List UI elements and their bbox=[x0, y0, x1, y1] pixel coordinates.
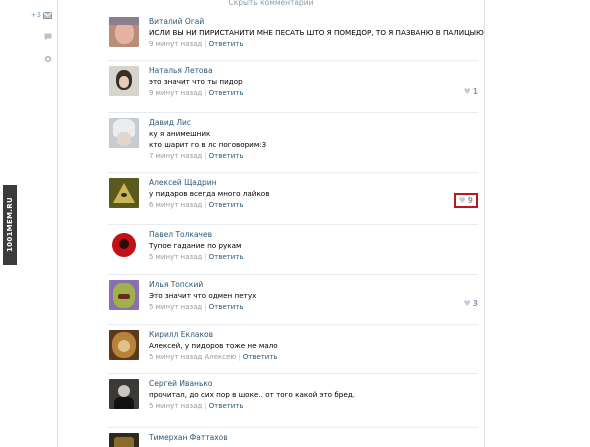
comment-time[interactable]: 5 минут назад bbox=[149, 303, 202, 311]
avatar[interactable] bbox=[109, 433, 139, 447]
comment-text: Это значит что одмен петух bbox=[149, 291, 257, 300]
comment-meta: 9 минут назад | Ответить bbox=[149, 40, 244, 48]
avatar[interactable] bbox=[109, 379, 139, 409]
left-icons: +3 bbox=[28, 4, 52, 70]
reply-link[interactable]: Ответить bbox=[209, 89, 244, 97]
reply-link[interactable]: Ответить bbox=[243, 353, 278, 361]
comment-author[interactable]: Тимерхан Фаттахов bbox=[149, 432, 478, 443]
comment-time[interactable]: 6 минут назад bbox=[149, 201, 202, 209]
comment-item: Павел Толкачев Тупое гадание по рукам 5 … bbox=[108, 225, 478, 275]
settings-icon bbox=[44, 55, 52, 63]
messages-row[interactable]: +3 bbox=[28, 4, 52, 26]
comments-row[interactable] bbox=[28, 26, 52, 48]
comment-meta: 5 минут назад | Ответить bbox=[149, 402, 244, 410]
avatar[interactable] bbox=[109, 280, 139, 310]
messages-count: +3 bbox=[30, 11, 41, 19]
like-button-highlighted[interactable]: ♥ 9 bbox=[453, 193, 478, 208]
comment-author[interactable]: Кирилл Еклаков bbox=[149, 329, 478, 340]
comment-author[interactable]: Наталья Летова bbox=[149, 65, 478, 76]
comment-text: кто шарит го в лс поговорим:3 bbox=[149, 140, 267, 149]
comment-text: ку я анимешник bbox=[149, 129, 211, 138]
comment-item: Илья Топский Это значит что одмен петух … bbox=[108, 275, 478, 325]
comment-author[interactable]: Сергей Иванько bbox=[149, 378, 478, 389]
comment-meta: 9 минут назад | Ответить bbox=[149, 89, 244, 97]
reply-link[interactable]: Ответить bbox=[209, 152, 244, 160]
like-button[interactable]: ♥ 1 bbox=[464, 87, 478, 96]
comment-item: Кирилл Еклаков Алексей, у пидоров тоже н… bbox=[108, 325, 478, 374]
reply-link[interactable]: Ответить bbox=[209, 40, 244, 48]
comment-meta: 6 минут назад | Ответить bbox=[149, 201, 244, 209]
comment-text: прочитал, до сих пор в шоке.. от того ка… bbox=[149, 390, 356, 399]
reply-link[interactable]: Ответить bbox=[209, 303, 244, 311]
heart-icon: ♥ bbox=[458, 196, 466, 205]
comment-meta: 7 минут назад | Ответить bbox=[149, 152, 244, 160]
avatar[interactable] bbox=[109, 66, 139, 96]
comment-text: это значит что ты пидор bbox=[149, 77, 243, 86]
comment-meta: 5 минут назад Алексею | Ответить bbox=[149, 353, 278, 361]
comment-author[interactable]: Павел Толкачев bbox=[149, 229, 478, 240]
comment-text: у пидаров всегда много лайков bbox=[149, 189, 270, 198]
comment-text: Тупое гадание по рукам bbox=[149, 241, 242, 250]
comment-item: Давид Лис ку я анимешник кто шарит го в … bbox=[108, 113, 478, 173]
reply-link[interactable]: Ответить bbox=[209, 253, 244, 261]
comment-author[interactable]: Алексей Щадрин bbox=[149, 177, 478, 188]
comment-item: Тимерхан Фаттахов bbox=[108, 428, 478, 447]
comment-text: ИСЛИ ВЫ НИ ПИРИСТАНИТИ МНЕ ПЕСАТЬ ШТО Я … bbox=[149, 28, 484, 37]
comment-time[interactable]: 5 минут назад bbox=[149, 253, 202, 261]
comment-author[interactable]: Виталий Огай bbox=[149, 16, 484, 27]
like-count: 9 bbox=[467, 196, 473, 205]
hide-comments-link[interactable]: Скрыть комментарии bbox=[58, 0, 484, 8]
like-button[interactable]: ♥ 3 bbox=[464, 299, 478, 308]
reply-link[interactable]: Ответить bbox=[209, 402, 244, 410]
comment-time[interactable]: 5 минут назад Алексею bbox=[149, 353, 236, 361]
avatar[interactable] bbox=[109, 230, 139, 260]
comment-item: Алексей Щадрин у пидаров всегда много ла… bbox=[108, 173, 478, 225]
heart-icon: ♥ bbox=[463, 299, 471, 308]
site-watermark: 1001MEM.RU bbox=[3, 185, 17, 265]
reply-link[interactable]: Ответить bbox=[209, 201, 244, 209]
comment-time[interactable]: 9 минут назад bbox=[149, 89, 202, 97]
feed-column: Скрыть комментарии Виталий Огай ИСЛИ ВЫ … bbox=[57, 0, 485, 447]
comment-item: Виталий Огай ИСЛИ ВЫ НИ ПИРИСТАНИТИ МНЕ … bbox=[108, 12, 484, 61]
comment-author[interactable]: Давид Лис bbox=[149, 117, 478, 128]
mail-icon bbox=[43, 11, 52, 19]
comment-time[interactable]: 9 минут назад bbox=[149, 40, 202, 48]
comment-time[interactable]: 5 минут назад bbox=[149, 402, 202, 410]
comment-item: Сергей Иванько прочитал, до сих пор в шо… bbox=[108, 374, 478, 428]
comment-item: Наталья Летова это значит что ты пидор 9… bbox=[108, 61, 478, 113]
avatar[interactable] bbox=[109, 118, 139, 148]
heart-icon: ♥ bbox=[463, 87, 471, 96]
comment-text: Алексей, у пидоров тоже не мало bbox=[149, 341, 278, 350]
comment-meta: 5 минут назад | Ответить bbox=[149, 303, 244, 311]
like-count: 1 bbox=[472, 87, 478, 96]
comment-time[interactable]: 7 минут назад bbox=[149, 152, 202, 160]
avatar[interactable] bbox=[109, 17, 139, 47]
comment-meta: 5 минут назад | Ответить bbox=[149, 253, 244, 261]
settings-row[interactable] bbox=[28, 48, 52, 70]
comment-author[interactable]: Илья Топский bbox=[149, 279, 478, 290]
avatar[interactable] bbox=[109, 330, 139, 360]
left-rail: +3 1001MEM.RU bbox=[0, 0, 57, 447]
avatar[interactable] bbox=[109, 178, 139, 208]
chat-icon bbox=[44, 33, 52, 41]
like-count: 3 bbox=[472, 299, 478, 308]
comments-list: Виталий Огай ИСЛИ ВЫ НИ ПИРИСТАНИТИ МНЕ … bbox=[108, 12, 484, 447]
